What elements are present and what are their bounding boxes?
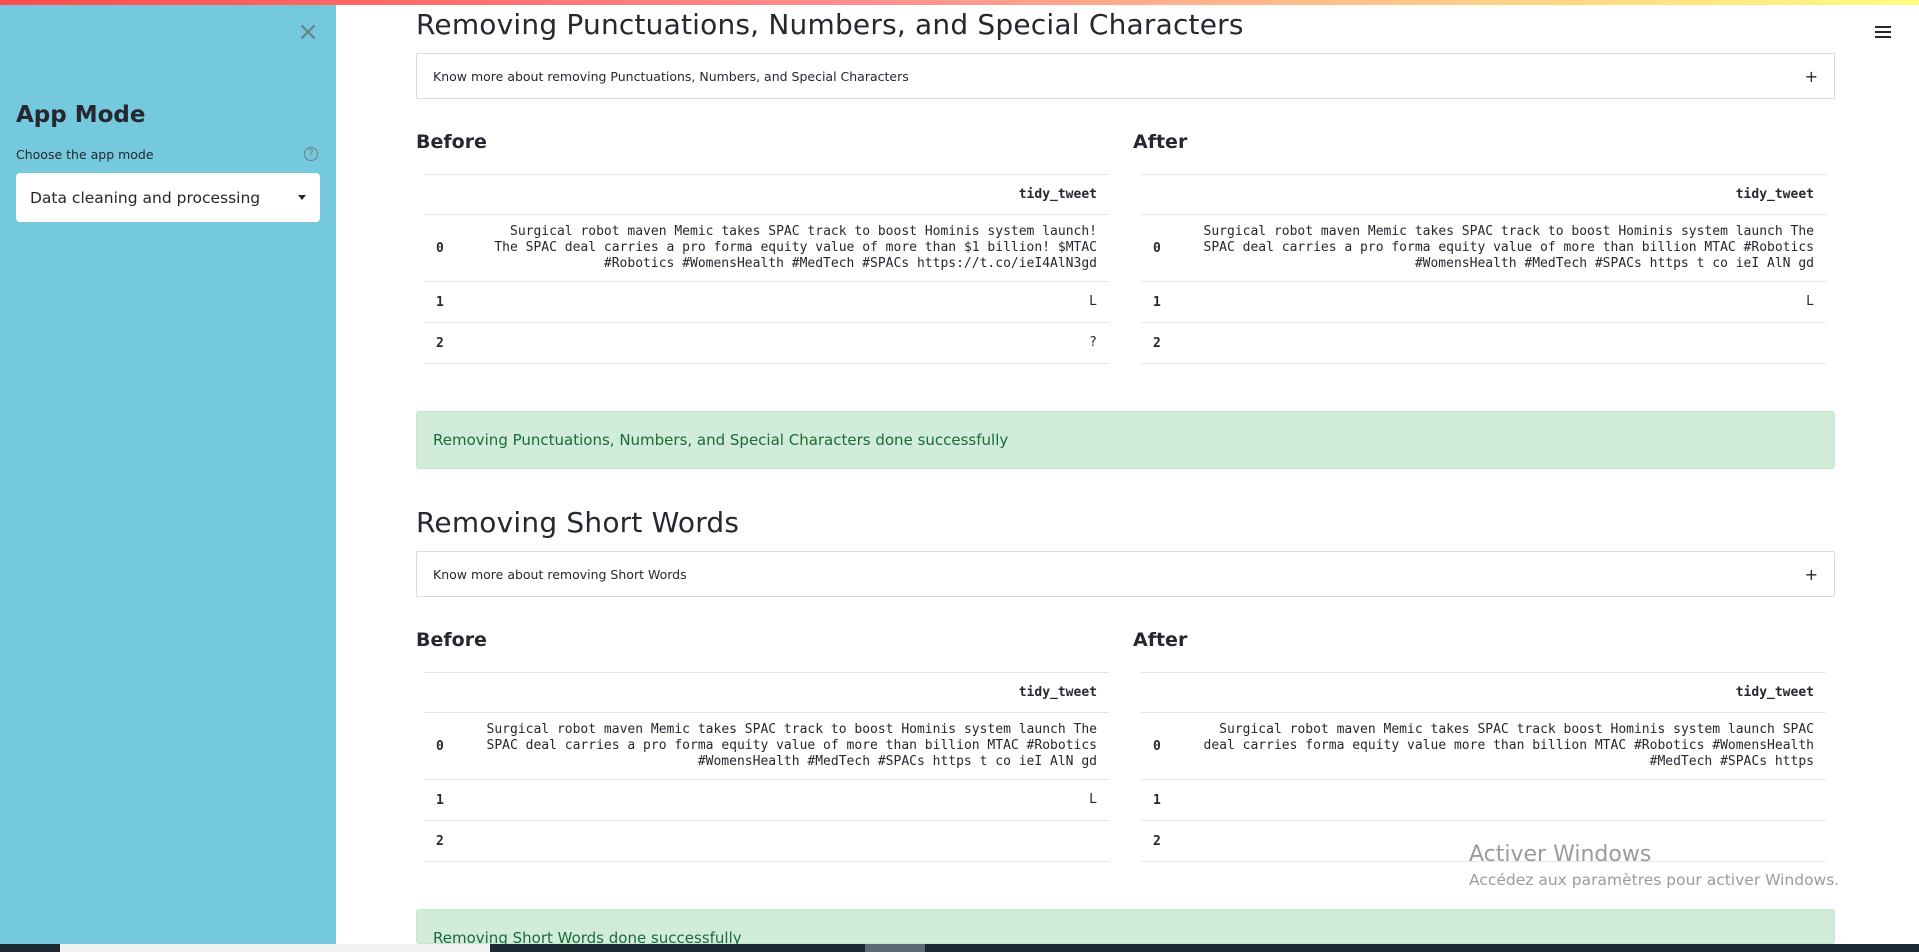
app-mode-selected-value: Data cleaning and processing <box>30 188 261 207</box>
success-message: Removing Punctuations, Numbers, and Spec… <box>433 431 1009 449</box>
column-header: tidy_tweet <box>1187 174 1826 215</box>
before-dataframe: tidy_tweet 0 Surgical robot maven Memic … <box>424 174 1109 364</box>
taskbar <box>0 944 1919 952</box>
cell-value: Surgical robot maven Memic takes SPAC tr… <box>1187 712 1826 780</box>
table-row: 0 Surgical robot maven Memic takes SPAC … <box>1141 712 1826 780</box>
table-header-row: tidy_tweet <box>424 174 1109 215</box>
index-header <box>424 174 470 215</box>
table-row: 0 Surgical robot maven Memic takes SPAC … <box>424 214 1109 282</box>
help-icon[interactable]: ? <box>304 147 318 161</box>
table-row: 2 <box>1141 322 1826 364</box>
cell-value: L <box>1187 281 1826 323</box>
index-header <box>1141 174 1187 215</box>
row-index: 0 <box>424 712 470 780</box>
plus-icon: + <box>1804 66 1818 86</box>
after-heading: After <box>1133 629 1188 651</box>
table-header-row: tidy_tweet <box>1141 174 1826 215</box>
cell-value: ? <box>470 322 1109 364</box>
row-index: 1 <box>424 281 470 323</box>
table-row: 2 <box>424 820 1109 862</box>
cell-value: Surgical robot maven Memic takes SPAC tr… <box>470 214 1109 282</box>
table-row: 0 Surgical robot maven Memic takes SPAC … <box>424 712 1109 780</box>
section-title: Removing Short Words <box>416 506 740 539</box>
sidebar: × App Mode Choose the app mode ? Data cl… <box>0 0 336 944</box>
after-dataframe: tidy_tweet 0 Surgical robot maven Memic … <box>1141 174 1826 364</box>
row-index: 0 <box>1141 214 1187 282</box>
table-header-row: tidy_tweet <box>1141 672 1826 713</box>
row-index: 0 <box>424 214 470 282</box>
before-heading: Before <box>416 629 487 651</box>
row-index: 1 <box>1141 281 1187 323</box>
expander-label: Know more about removing Punctuations, N… <box>433 68 909 84</box>
app-mode-label: Choose the app mode <box>16 147 154 162</box>
table-row: 1 L <box>1141 281 1826 323</box>
table-header-row: tidy_tweet <box>424 672 1109 713</box>
row-index: 0 <box>1141 712 1187 780</box>
row-index: 2 <box>424 820 470 862</box>
index-header <box>1141 672 1187 713</box>
sidebar-title: App Mode <box>16 102 146 128</box>
top-decoration-bar <box>0 0 1919 5</box>
column-header: tidy_tweet <box>470 672 1109 713</box>
table-row: 2 ? <box>424 322 1109 364</box>
hamburger-menu-icon[interactable] <box>1875 26 1891 40</box>
column-header: tidy_tweet <box>1187 672 1826 713</box>
cell-value: Surgical robot maven Memic takes SPAC tr… <box>1187 214 1826 282</box>
row-index: 2 <box>1141 820 1187 862</box>
table-row: 1 L <box>424 779 1109 821</box>
column-header: tidy_tweet <box>470 174 1109 215</box>
windows-activation-watermark: Activer Windows Accédez aux paramètres p… <box>1469 842 1839 889</box>
row-index: 1 <box>1141 779 1187 821</box>
watermark-subtitle: Accédez aux paramètres pour activer Wind… <box>1469 871 1840 889</box>
index-header <box>424 672 470 713</box>
before-dataframe: tidy_tweet 0 Surgical robot maven Memic … <box>424 672 1109 862</box>
cell-value <box>1187 779 1826 821</box>
row-index: 1 <box>424 779 470 821</box>
success-alert: Removing Punctuations, Numbers, and Spec… <box>416 411 1835 469</box>
table-row: 1 L <box>424 281 1109 323</box>
section-title: Removing Punctuations, Numbers, and Spec… <box>416 8 1244 41</box>
app-mode-select[interactable]: Data cleaning and processing <box>16 173 320 222</box>
row-index: 2 <box>424 322 470 364</box>
expander-short-words[interactable]: Know more about removing Short Words + <box>416 551 1835 597</box>
after-dataframe: tidy_tweet 0 Surgical robot maven Memic … <box>1141 672 1826 862</box>
before-heading: Before <box>416 131 487 153</box>
plus-icon: + <box>1804 564 1818 584</box>
cell-value: L <box>470 779 1109 821</box>
cell-value <box>470 820 1109 862</box>
watermark-title: Activer Windows <box>1469 842 1652 867</box>
row-index: 2 <box>1141 322 1187 364</box>
chevron-down-icon <box>298 195 306 200</box>
success-alert: Removing Short Words done successfully <box>416 909 1835 947</box>
cell-value <box>1187 322 1826 364</box>
table-row: 1 <box>1141 779 1826 821</box>
table-row: 0 Surgical robot maven Memic takes SPAC … <box>1141 214 1826 282</box>
close-sidebar-icon[interactable]: × <box>296 19 320 45</box>
expander-label: Know more about removing Short Words <box>433 566 687 582</box>
cell-value: Surgical robot maven Memic takes SPAC tr… <box>470 712 1109 780</box>
after-heading: After <box>1133 131 1188 153</box>
expander-punctuation[interactable]: Know more about removing Punctuations, N… <box>416 53 1835 99</box>
cell-value: L <box>470 281 1109 323</box>
